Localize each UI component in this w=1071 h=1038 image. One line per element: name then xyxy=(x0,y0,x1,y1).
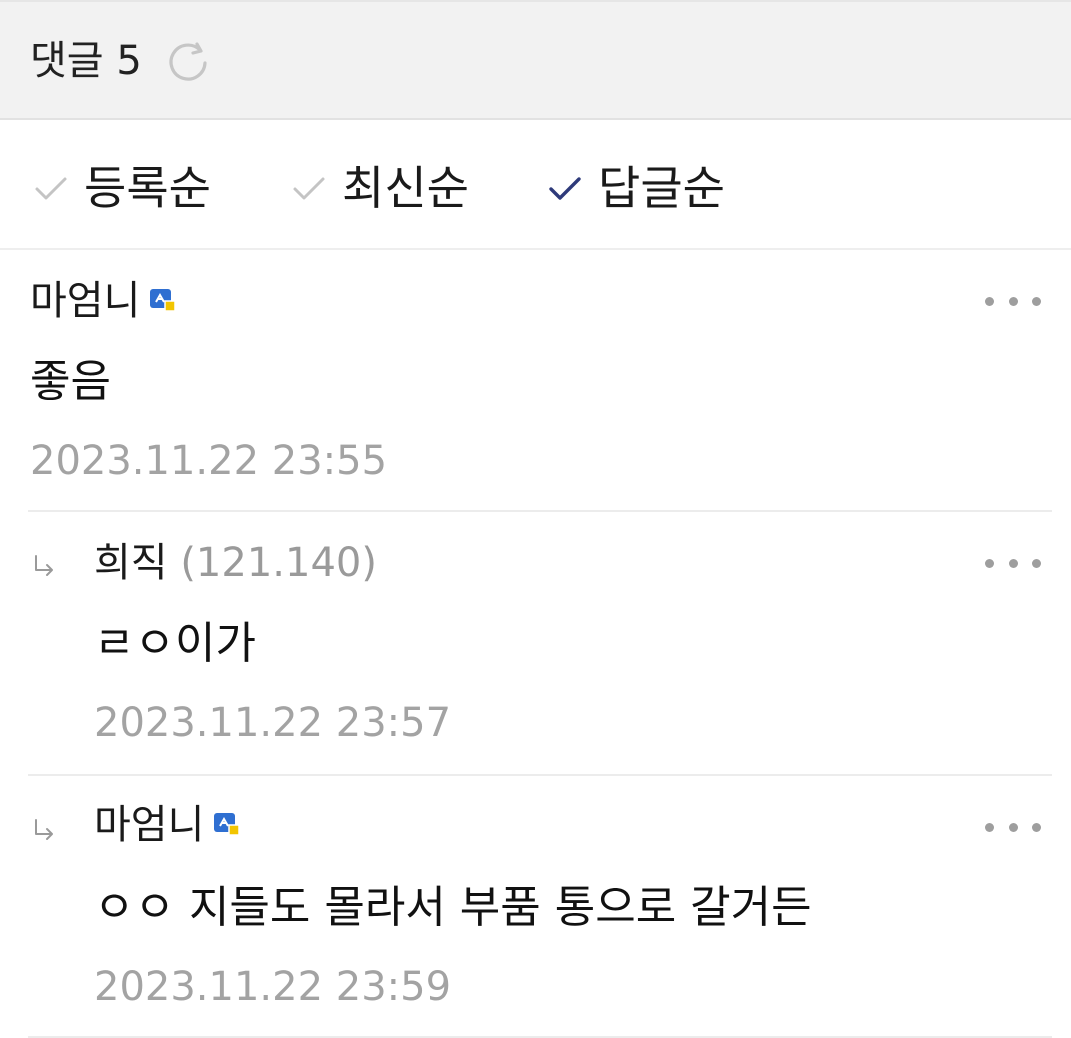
comment-author[interactable]: 마엄니 xyxy=(30,276,177,326)
more-options-icon[interactable] xyxy=(985,820,1041,834)
check-icon xyxy=(549,177,581,200)
reply-arrow-icon xyxy=(35,555,53,576)
sort-option-replies[interactable]: 답글순 xyxy=(546,160,725,216)
sort-option-latest[interactable]: 최신순 xyxy=(290,160,469,216)
sort-option-label: 등록순 xyxy=(84,161,211,215)
comment-author[interactable]: 마엄니 xyxy=(94,800,241,850)
sort-option-label: 답글순 xyxy=(598,161,725,215)
comment-text: ㄹㅇ이가 xyxy=(94,618,256,669)
comment-text: ㅇㅇ 지들도 몰라서 부품 통으로 갈거든 xyxy=(94,882,812,933)
comment-section: 댓글 5 등록순 최신순 답글순 마엄니 좋음 2023.11.22 23:55… xyxy=(0,0,1071,1038)
comments-label: 댓글 xyxy=(30,38,104,84)
check-icon xyxy=(293,177,325,200)
more-options-icon[interactable] xyxy=(985,294,1041,308)
comments-title: 댓글 5 xyxy=(30,36,142,86)
reply-item: 마엄니 ㅇㅇ 지들도 몰라서 부품 통으로 갈거든 2023.11.22 23:… xyxy=(0,776,1071,1038)
author-name: 마엄니 xyxy=(30,278,141,324)
comment-date: 2023.11.22 23:55 xyxy=(30,438,388,484)
comments-header: 댓글 5 xyxy=(0,0,1071,120)
comment-text: 좋음 xyxy=(30,356,111,407)
author-name: 희직 xyxy=(94,540,168,586)
comment-author[interactable]: 희직 (121.140) xyxy=(94,538,377,588)
member-badge-icon xyxy=(150,289,177,312)
comments-count: 5 xyxy=(116,38,142,84)
author-ip: (121.140) xyxy=(180,540,377,586)
comment-date: 2023.11.22 23:59 xyxy=(94,964,452,1010)
reply-arrow-icon xyxy=(35,819,53,840)
more-options-icon[interactable] xyxy=(985,556,1041,570)
comment-date: 2023.11.22 23:57 xyxy=(94,700,452,746)
sort-option-registered[interactable]: 등록순 xyxy=(32,160,211,216)
author-name: 마엄니 xyxy=(94,802,205,848)
check-icon xyxy=(35,177,67,200)
sort-option-label: 최신순 xyxy=(342,161,469,215)
comment-item: 마엄니 좋음 2023.11.22 23:55 xyxy=(0,250,1071,512)
reply-item: 희직 (121.140) ㄹㅇ이가 2023.11.22 23:57 xyxy=(0,512,1071,776)
refresh-icon[interactable] xyxy=(166,40,212,86)
sort-bar: 등록순 최신순 답글순 xyxy=(0,120,1071,250)
member-badge-icon xyxy=(214,813,241,836)
